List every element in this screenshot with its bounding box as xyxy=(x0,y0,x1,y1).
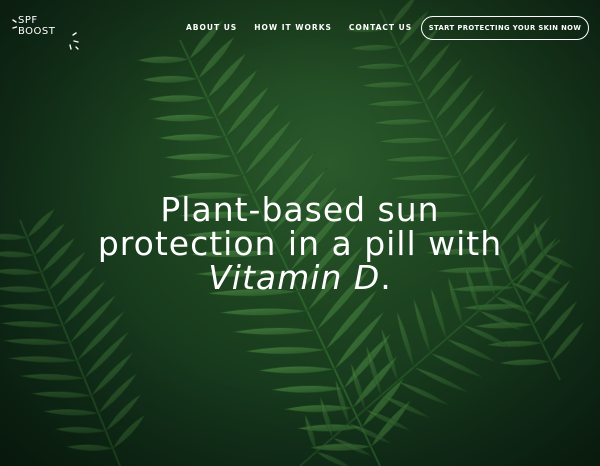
landing-page: SPF BOOST ABOUT US HOW IT WORKS CONTACT … xyxy=(0,0,600,466)
hero-line-3-end: . xyxy=(380,258,392,297)
brand-line-1: SPF xyxy=(18,15,38,26)
main-nav: ABOUT US HOW IT WORKS CONTACT US xyxy=(186,23,412,32)
hero-line-3: Vitamin D. xyxy=(0,261,600,295)
brand-logo[interactable]: SPF BOOST xyxy=(10,12,80,50)
brand-line-2: BOOST xyxy=(18,26,56,37)
hero-line-2: protection in a pill with xyxy=(97,224,503,263)
nav-link-contact-us[interactable]: CONTACT US xyxy=(349,23,412,32)
cta-button[interactable]: START PROTECTING YOUR SKIN NOW xyxy=(421,16,589,40)
nav-link-about-us[interactable]: ABOUT US xyxy=(186,23,237,32)
hero-line-1: Plant-based sun xyxy=(160,190,440,229)
hero-heading: Plant-based sun protection in a pill wit… xyxy=(0,193,600,295)
hero-line-3-italic: Vitamin D xyxy=(208,258,381,297)
brand-wordmark: SPF BOOST xyxy=(18,15,55,37)
nav-link-how-it-works[interactable]: HOW IT WORKS xyxy=(254,23,332,32)
